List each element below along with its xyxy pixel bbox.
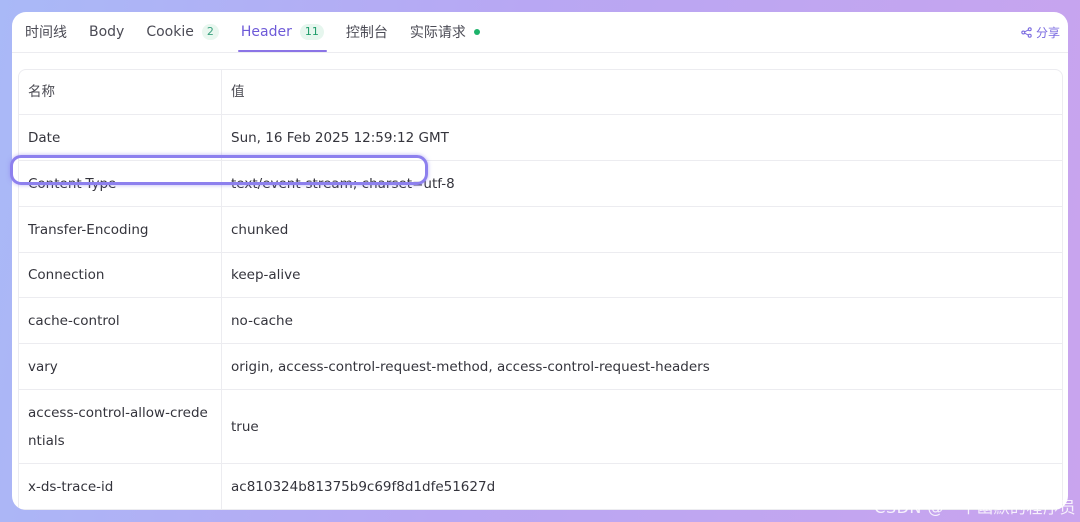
share-icon bbox=[1021, 26, 1032, 38]
tab-actual-request[interactable]: 实际请求 bbox=[399, 12, 491, 52]
header-name: vary bbox=[19, 344, 222, 389]
column-header-name: 名称 bbox=[19, 70, 222, 114]
tab-label: Header bbox=[240, 24, 292, 40]
tab-cookie[interactable]: Cookie 2 bbox=[135, 12, 230, 52]
header-value: no-cache bbox=[231, 312, 293, 329]
table-header-row: 名称 值 bbox=[19, 70, 1062, 115]
header-inspector-panel: 时间线 Body Cookie 2 Header 11 控制台 实际请求 分享 … bbox=[12, 12, 1068, 510]
tab-timeline[interactable]: 时间线 bbox=[14, 12, 78, 52]
table-row: Transfer-Encoding chunked bbox=[19, 207, 1062, 253]
table-row: Connection keep-alive bbox=[19, 253, 1062, 298]
tab-bar: 时间线 Body Cookie 2 Header 11 控制台 实际请求 分享 bbox=[12, 12, 1068, 53]
header-value: origin, access-control-request-method, a… bbox=[231, 358, 710, 375]
share-label: 分享 bbox=[1035, 25, 1060, 40]
header-value: Sun, 16 Feb 2025 12:59:12 GMT bbox=[231, 129, 449, 146]
count-badge: 2 bbox=[201, 24, 219, 40]
header-value: text/event-stream; charset=utf-8 bbox=[231, 175, 455, 192]
tab-label: Cookie bbox=[146, 24, 194, 40]
header-name: x-ds-trace-id bbox=[19, 464, 222, 509]
tab-label: Body bbox=[89, 24, 125, 40]
header-name: Connection bbox=[19, 253, 222, 297]
tab-body[interactable]: Body bbox=[78, 12, 135, 52]
header-value: keep-alive bbox=[231, 267, 301, 283]
count-badge: 11 bbox=[299, 24, 324, 40]
tab-label: 时间线 bbox=[25, 25, 67, 41]
share-button[interactable]: 分享 bbox=[1021, 12, 1060, 52]
tab-label: 控制台 bbox=[345, 25, 388, 41]
header-table: 名称 值 Date Sun, 16 Feb 2025 12:59:12 GMT … bbox=[18, 69, 1063, 510]
header-name: cache-control bbox=[19, 298, 222, 343]
table-row: Content-Type text/event-stream; charset=… bbox=[19, 161, 1062, 207]
watermark: CSDN @一个幽默的程序员 bbox=[874, 498, 1076, 517]
header-value: true bbox=[231, 418, 259, 435]
table-row: access-control-allow-credentials true bbox=[19, 390, 1062, 464]
header-name: Date bbox=[19, 115, 222, 160]
tab-console[interactable]: 控制台 bbox=[335, 12, 399, 52]
table-row: cache-control no-cache bbox=[19, 298, 1062, 344]
header-value: chunked bbox=[231, 221, 289, 238]
header-name: Transfer-Encoding bbox=[19, 207, 222, 252]
status-dot bbox=[473, 29, 480, 35]
header-name: access-control-allow-credentials bbox=[19, 390, 222, 463]
header-name: Content-Type bbox=[19, 161, 222, 206]
table-row: Date Sun, 16 Feb 2025 12:59:12 GMT bbox=[19, 115, 1062, 161]
tab-label: 实际请求 bbox=[409, 25, 466, 41]
tab-header[interactable]: Header 11 bbox=[230, 12, 335, 52]
table-row: vary origin, access-control-request-meth… bbox=[19, 344, 1062, 390]
column-header-value: 值 bbox=[231, 84, 245, 100]
